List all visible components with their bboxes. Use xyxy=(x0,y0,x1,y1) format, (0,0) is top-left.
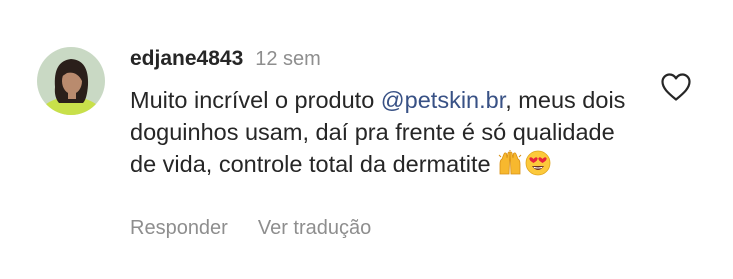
username[interactable]: edjane4843 xyxy=(130,47,243,71)
avatar-image xyxy=(37,47,105,115)
timestamp: 12 sem xyxy=(255,47,321,70)
translate-button[interactable]: Ver tradução xyxy=(258,217,371,240)
comment: edjane4843 12 sem Muito incrível o produ… xyxy=(0,0,733,279)
comment-text: Muito incrível o produto @petskin.br, me… xyxy=(130,84,630,184)
avatar[interactable] xyxy=(37,47,105,115)
comment-actions: Responder Ver tradução xyxy=(130,217,371,240)
heart-outline-icon[interactable] xyxy=(660,72,692,102)
comment-text-start: Muito incrível o produto xyxy=(130,87,381,113)
reply-button[interactable]: Responder xyxy=(130,217,228,240)
heart-eyes-emoji xyxy=(525,150,551,184)
comment-header: edjane4843 12 sem xyxy=(130,44,321,74)
raising-hands-emoji xyxy=(497,150,523,184)
mention-link[interactable]: @petskin.br xyxy=(381,87,505,113)
